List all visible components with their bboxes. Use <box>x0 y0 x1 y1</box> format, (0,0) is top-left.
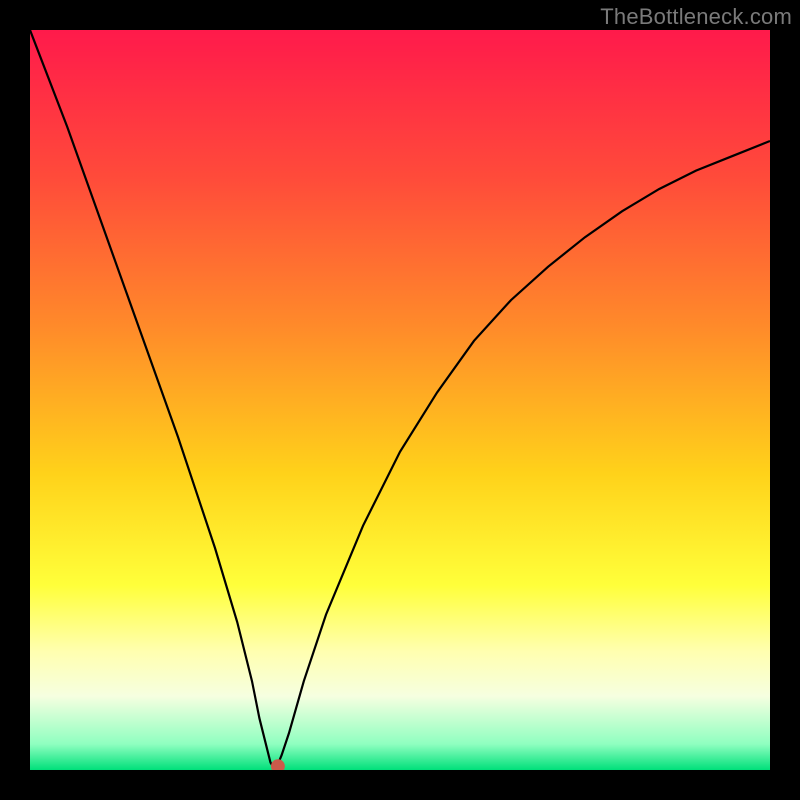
bottleneck-chart <box>30 30 770 770</box>
watermark-text: TheBottleneck.com <box>600 4 792 30</box>
chart-container: TheBottleneck.com <box>0 0 800 800</box>
gradient-background <box>30 30 770 770</box>
